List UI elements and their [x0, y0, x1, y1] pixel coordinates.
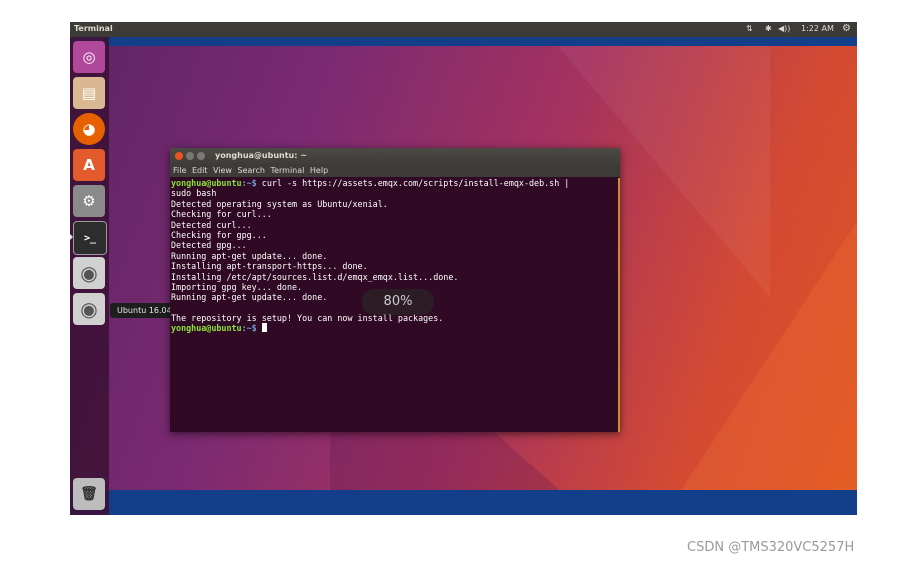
terminal-line: Detected operating system as Ubuntu/xeni…: [170, 199, 618, 209]
terminal-line: Detected gpg...: [170, 240, 618, 250]
menu-edit[interactable]: Edit: [192, 166, 208, 175]
line-text: sudo bash: [171, 188, 217, 199]
terminal-icon[interactable]: >_: [73, 221, 107, 255]
terminal-line: yonghua@ubuntu:~$: [170, 323, 618, 333]
menu-search[interactable]: Search: [238, 166, 265, 175]
prompt-user: yonghua@ubuntu: [171, 178, 242, 188]
maximize-button[interactable]: [197, 152, 205, 160]
bottom-blue-band: [70, 490, 857, 515]
terminal-menubar: File Edit View Search Terminal Help: [170, 164, 620, 177]
terminal-line: Installing apt-transport-https... done.: [170, 261, 618, 271]
window-title: yonghua@ubuntu: ~: [215, 151, 307, 160]
dvd-icon[interactable]: ◉: [73, 293, 105, 325]
terminal-line: Checking for gpg...: [170, 230, 618, 240]
line-text: Checking for curl...: [171, 209, 272, 220]
running-indicator: [70, 234, 73, 240]
terminal-titlebar[interactable]: yonghua@ubuntu: ~: [170, 148, 620, 164]
line-text: Installing /etc/apt/sources.list.d/emqx_…: [171, 271, 459, 282]
terminal-line: Installing /etc/apt/sources.list.d/emqx_…: [170, 272, 618, 282]
line-text: curl -s https://assets.emqx.com/scripts/…: [256, 178, 570, 188]
terminal-line: Detected curl...: [170, 220, 618, 230]
line-text: Detected curl...: [171, 219, 252, 230]
minimize-button[interactable]: [186, 152, 194, 160]
menu-terminal[interactable]: Terminal: [271, 166, 305, 175]
line-text: Running apt-get update... done.: [171, 292, 328, 303]
menu-view[interactable]: View: [213, 166, 232, 175]
launcher: ◎ ▤ ◕ A ⚙ >_ ◉ ◉ 🗑: [70, 37, 109, 515]
volume-icon[interactable]: ◀)): [778, 24, 790, 33]
clock[interactable]: 1:22 AM: [801, 24, 834, 33]
menu-file[interactable]: File: [173, 166, 186, 175]
terminal-line: sudo bash: [170, 188, 618, 198]
watermark: CSDN @TMS320VC5257H: [687, 540, 855, 555]
gear-wrench-icon[interactable]: ⚙: [73, 185, 105, 217]
line-text: Running apt-get update... done.: [171, 250, 328, 261]
text-cursor: [261, 323, 267, 333]
network-icon[interactable]: ⇅: [746, 24, 753, 33]
shopping-bag-icon[interactable]: A: [73, 149, 105, 181]
prompt-path: :~$: [241, 178, 257, 188]
top-blue-band: [70, 37, 857, 46]
firefox-icon[interactable]: ◕: [73, 113, 105, 145]
zoom-indicator: 80%: [362, 289, 434, 315]
dvd-icon[interactable]: ◉: [73, 257, 105, 289]
line-text: Importing gpg key... done.: [171, 281, 303, 292]
terminal-line: Checking for curl...: [170, 209, 618, 219]
prompt-path: :~$: [241, 323, 257, 334]
gear-icon[interactable]: ⚙: [842, 23, 851, 34]
terminal-line: Running apt-get update... done.: [170, 251, 618, 261]
file-cabinet-icon[interactable]: ▤: [73, 77, 105, 109]
top-panel: Terminal ⇅ ✱ ◀)) 1:22 AM ⚙: [70, 22, 857, 37]
line-text: Installing apt-transport-https... done.: [171, 261, 368, 272]
bluetooth-icon[interactable]: ✱: [765, 24, 772, 33]
line-text: Checking for gpg...: [171, 229, 267, 240]
line-text: Detected operating system as Ubuntu/xeni…: [171, 198, 388, 209]
ubuntu-logo-icon[interactable]: ◎: [73, 41, 105, 73]
menu-help[interactable]: Help: [310, 166, 328, 175]
close-button[interactable]: [175, 152, 183, 160]
terminal-line: yonghua@ubuntu:~$ curl -s https://assets…: [170, 178, 618, 188]
trash-icon[interactable]: 🗑: [73, 478, 105, 510]
active-app-title: Terminal: [74, 24, 113, 33]
line-text: Detected gpg...: [171, 240, 247, 251]
prompt-user: yonghua@ubuntu: [171, 323, 242, 334]
